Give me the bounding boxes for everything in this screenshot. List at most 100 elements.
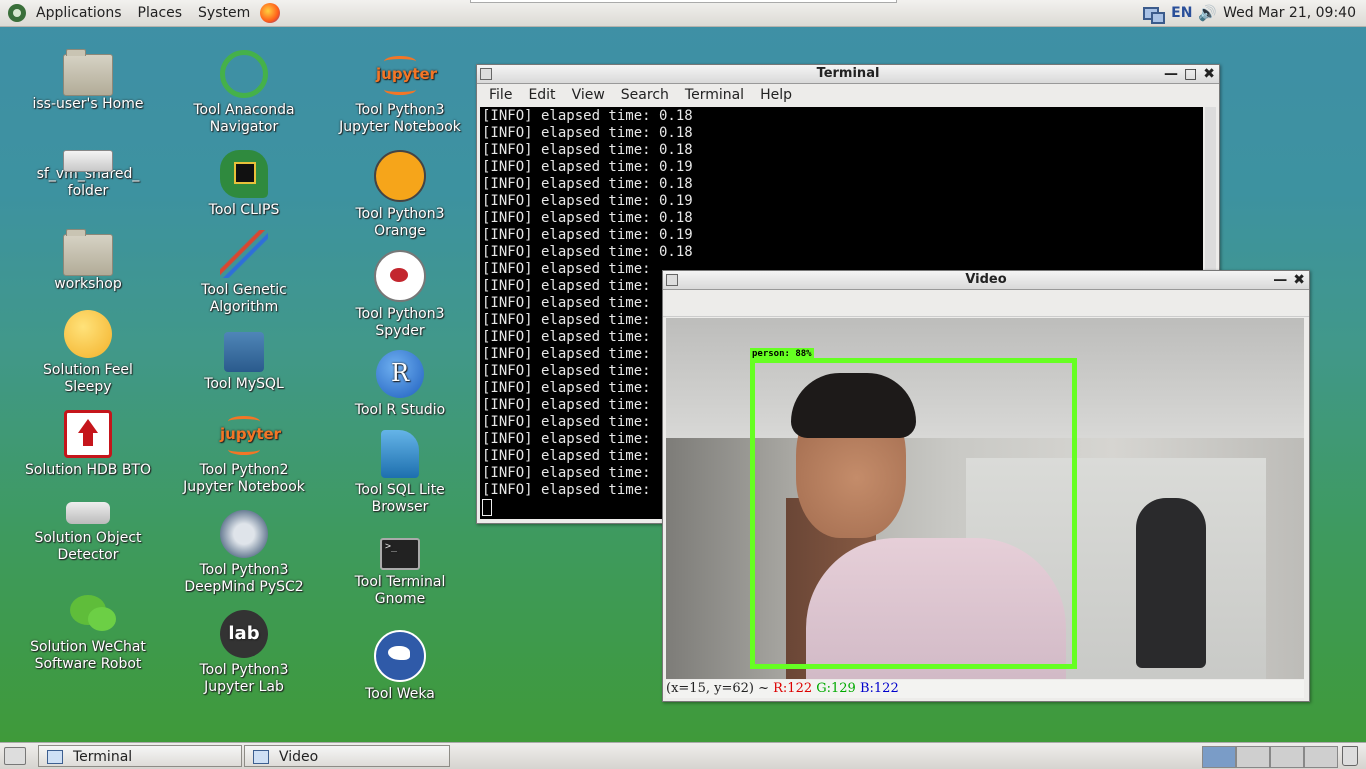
video-window[interactable]: Video — ✖ person: 88% (x=15, y=62) ~ R:1… bbox=[662, 270, 1310, 702]
taskbar-item-video[interactable]: Video bbox=[244, 745, 450, 767]
desktop-icon-sqlite-browser[interactable]: Tool SQL Lite Browser bbox=[330, 430, 470, 516]
desktop-icon-label: workshop bbox=[54, 276, 122, 292]
terminal-titlebar[interactable]: Terminal — □ ✖ bbox=[477, 65, 1219, 84]
desktop-icon-object-detector[interactable]: Solution Object Detector bbox=[18, 490, 158, 564]
desktop-icon-label: Tool Python3 DeepMind PySC2 bbox=[184, 562, 304, 595]
close-icon[interactable]: ✖ bbox=[1293, 271, 1305, 289]
offscreen-window-edge bbox=[470, 0, 897, 3]
workspace-2[interactable] bbox=[1236, 746, 1270, 768]
desktop-icon-anaconda[interactable]: Tool Anaconda Navigator bbox=[174, 50, 314, 136]
folder-icon bbox=[63, 229, 113, 276]
maximize-icon[interactable]: □ bbox=[1184, 65, 1197, 83]
taskbar-label: Video bbox=[279, 749, 319, 765]
menu-terminal[interactable]: Terminal bbox=[677, 87, 752, 103]
sleepy-face-icon bbox=[64, 310, 112, 358]
video-toolbar bbox=[663, 290, 1309, 317]
terminal-menubar: File Edit View Search Terminal Help bbox=[477, 84, 1219, 106]
status-blue: B:122 bbox=[859, 681, 899, 696]
video-frame[interactable]: person: 88% bbox=[666, 318, 1304, 679]
window-menu-icon[interactable] bbox=[666, 274, 678, 286]
desktop-icon-label: Tool SQL Lite Browser bbox=[355, 482, 445, 515]
desktop-icon-hdb-bto[interactable]: Solution HDB BTO bbox=[18, 410, 158, 479]
workspace-3[interactable] bbox=[1270, 746, 1304, 768]
desktop-icon-jupyter-lab[interactable]: lab Tool Python3 Jupyter Lab bbox=[174, 610, 314, 696]
desktop-icon-label: Tool R Studio bbox=[354, 402, 446, 418]
trash-icon[interactable] bbox=[1342, 746, 1358, 766]
home-folder-icon bbox=[63, 49, 113, 96]
menu-applications[interactable]: Applications bbox=[28, 5, 130, 21]
desktop-icon-label: Solution Object Detector bbox=[34, 530, 142, 563]
terminal-line: [INFO] elapsed time: 0.19 bbox=[482, 227, 693, 243]
menu-places[interactable]: Places bbox=[130, 5, 191, 21]
keyboard-layout-indicator[interactable]: EN bbox=[1171, 5, 1192, 21]
terminal-line: [INFO] elapsed time: 0.18 bbox=[482, 108, 693, 124]
desktop-icon-label: Tool Python2 Jupyter Notebook bbox=[183, 462, 305, 495]
menu-help[interactable]: Help bbox=[752, 87, 800, 103]
desktop-icon-label: Solution Feel Sleepy bbox=[43, 362, 133, 395]
window-icon bbox=[253, 750, 269, 764]
clips-icon bbox=[220, 150, 268, 198]
desktop-icon-mysql[interactable]: Tool MySQL bbox=[174, 332, 314, 393]
desktop-icon-label: Tool Genetic Algorithm bbox=[201, 282, 287, 315]
close-icon[interactable]: ✖ bbox=[1203, 65, 1215, 83]
detection-label: person: 88% bbox=[750, 348, 814, 360]
taskbar-item-terminal[interactable]: Terminal bbox=[38, 745, 242, 767]
workspace-4[interactable] bbox=[1304, 746, 1338, 768]
sqlite-icon bbox=[381, 430, 419, 478]
applications-menu-icon[interactable] bbox=[8, 4, 26, 22]
menu-edit[interactable]: Edit bbox=[520, 87, 563, 103]
clock[interactable]: Wed Mar 21, 09:40 bbox=[1223, 5, 1356, 21]
menu-system[interactable]: System bbox=[190, 5, 258, 21]
workspace-1[interactable] bbox=[1202, 746, 1236, 768]
hdb-house-icon bbox=[64, 410, 112, 458]
drive-icon bbox=[63, 150, 113, 172]
window-menu-icon[interactable] bbox=[480, 68, 492, 80]
desktop-icon-spyder[interactable]: Tool Python3 Spyder bbox=[330, 250, 470, 340]
desktop-icon-weka[interactable]: Tool Weka bbox=[330, 630, 470, 703]
jupyterlab-icon: lab bbox=[220, 610, 268, 658]
orange-icon bbox=[374, 150, 426, 202]
desktop-icon-feel-sleepy[interactable]: Solution Feel Sleepy bbox=[18, 310, 158, 396]
desktop-icon-orange[interactable]: Tool Python3 Orange bbox=[330, 150, 470, 240]
desktop-icon-label: Solution HDB BTO bbox=[24, 462, 152, 478]
menu-file[interactable]: File bbox=[481, 87, 520, 103]
desktop-icon-wechat-robot[interactable]: Solution WeChat Software Robot bbox=[18, 595, 158, 673]
top-panel: Applications Places System EN 🔊 Wed Mar … bbox=[0, 0, 1366, 27]
terminal-line: [INFO] elapsed time: 0.19 bbox=[482, 159, 693, 175]
desktop-icon-python2-jupyter[interactable]: jupyter Tool Python2 Jupyter Notebook bbox=[174, 410, 314, 496]
desktop-icon-pysc2[interactable]: Tool Python3 DeepMind PySC2 bbox=[174, 510, 314, 596]
desktop-icon-label: Tool Python3 Orange bbox=[355, 206, 445, 239]
bottom-panel: Terminal Video bbox=[0, 742, 1366, 769]
dna-icon bbox=[220, 230, 268, 278]
minimize-icon[interactable]: — bbox=[1164, 65, 1178, 83]
starcraft-icon bbox=[220, 510, 268, 558]
desktop-icon-home[interactable]: iss-user's Home bbox=[18, 49, 158, 113]
desktop-icon-label: Tool Weka bbox=[365, 686, 435, 702]
weka-icon bbox=[374, 630, 426, 682]
jupyter-icon: jupyter bbox=[220, 410, 281, 458]
security-camera-icon bbox=[66, 502, 110, 524]
desktop-icon-workshop[interactable]: workshop bbox=[18, 229, 158, 293]
terminal-line: [INFO] elapsed time: 0.19 bbox=[482, 193, 693, 209]
show-desktop-icon[interactable] bbox=[4, 747, 26, 765]
volume-icon[interactable]: 🔊 bbox=[1198, 4, 1217, 22]
status-red: R:122 bbox=[773, 681, 813, 696]
desktop-icon-python3-jupyter[interactable]: jupyter Tool Python3 Jupyter Notebook bbox=[330, 50, 470, 136]
video-status-bar: (x=15, y=62) ~ R:122 G:129 B:122 bbox=[666, 680, 1304, 698]
terminal-line: [INFO] elapsed time: 0.18 bbox=[482, 125, 693, 141]
desktop-icon-genetic-algorithm[interactable]: Tool Genetic Algorithm bbox=[174, 230, 314, 316]
desktop-icon-rstudio[interactable]: R Tool R Studio bbox=[330, 350, 470, 419]
firefox-launcher-icon[interactable] bbox=[260, 3, 281, 23]
menu-view[interactable]: View bbox=[564, 87, 613, 103]
desktop-icon-label: Solution WeChat Software Robot bbox=[30, 639, 146, 672]
desktop-icon-terminal-gnome[interactable]: >_ Tool Terminal Gnome bbox=[330, 530, 470, 608]
desktop-icon-label: iss-user's Home bbox=[32, 96, 144, 112]
network-icon[interactable] bbox=[1143, 5, 1166, 24]
minimize-icon[interactable]: — bbox=[1273, 271, 1287, 289]
desktop-icon-label: Tool Python3 Jupyter Notebook bbox=[339, 102, 461, 135]
desktop-icon-shared-folder[interactable]: sf_vm_shared_ folder bbox=[18, 130, 158, 200]
desktop-icon-clips[interactable]: Tool CLIPS bbox=[174, 150, 314, 219]
video-titlebar[interactable]: Video — ✖ bbox=[663, 271, 1309, 290]
menu-search[interactable]: Search bbox=[613, 87, 677, 103]
status-coords: (x=15, y=62) ~ bbox=[666, 681, 769, 696]
